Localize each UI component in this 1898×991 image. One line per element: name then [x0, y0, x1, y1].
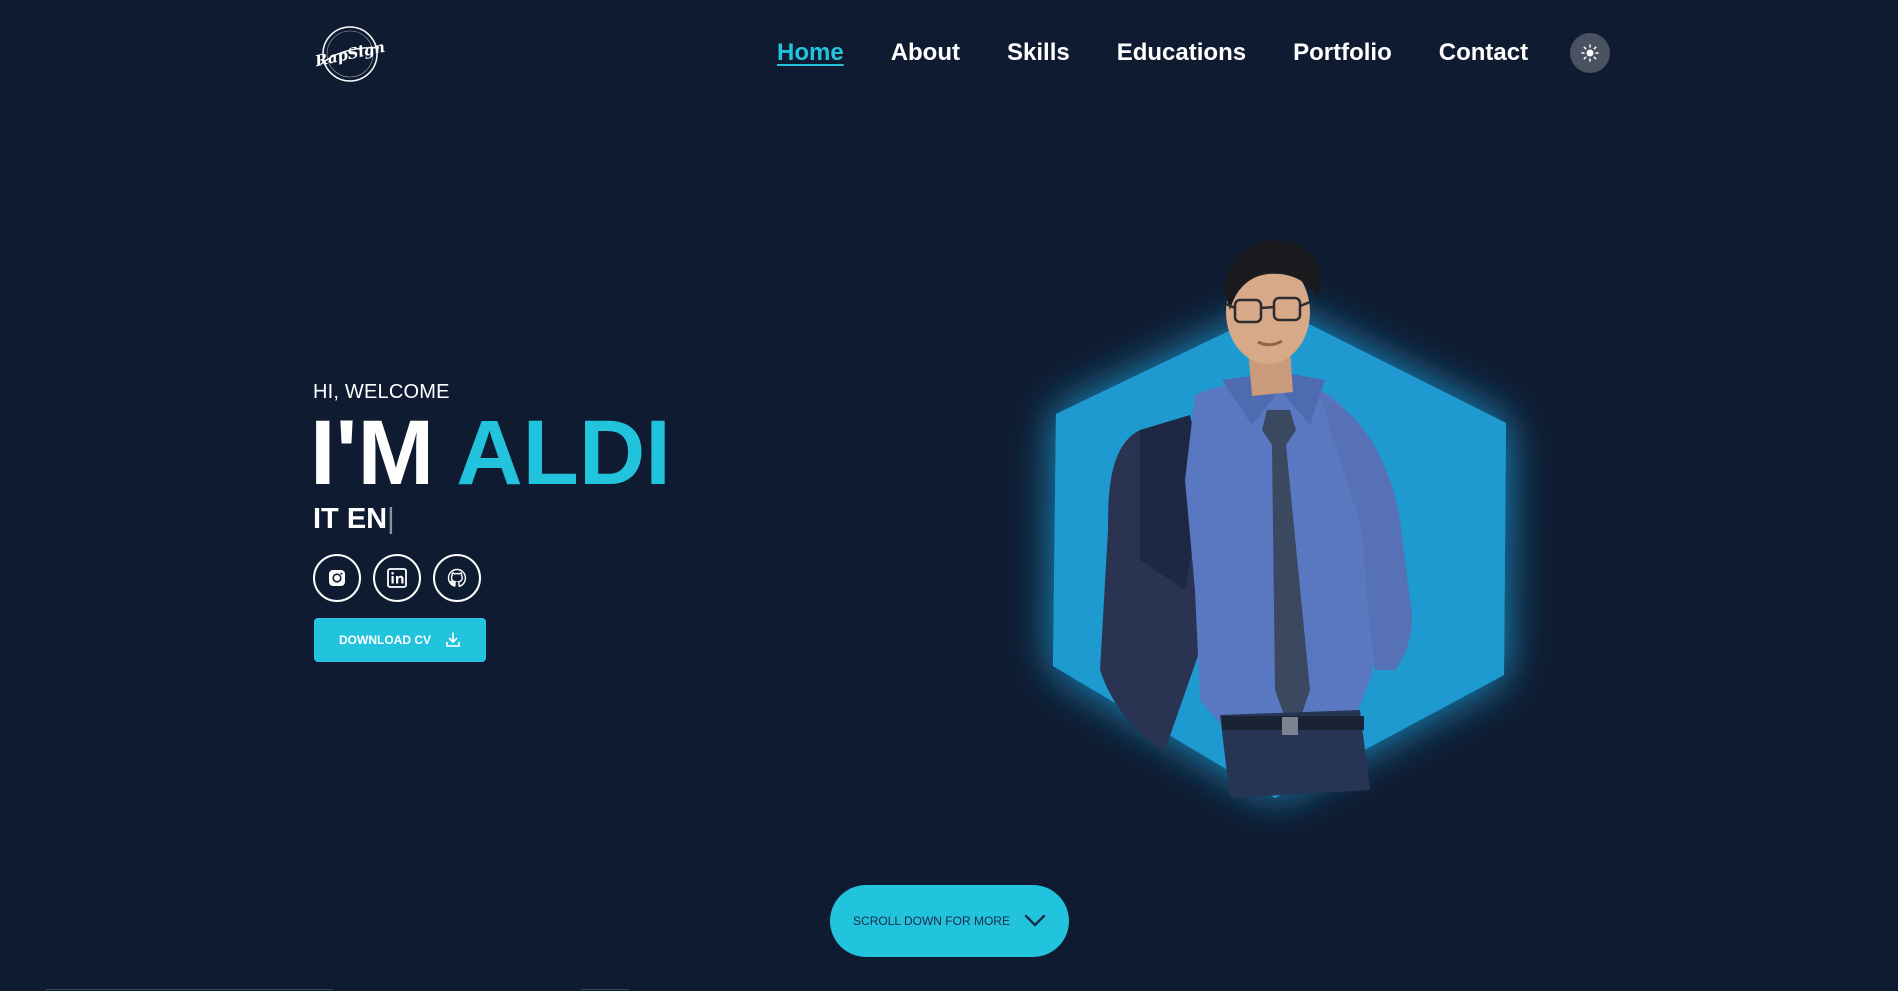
- instagram-button[interactable]: [313, 554, 361, 602]
- scroll-down-button[interactable]: SCROLL DOWN FOR MORE: [830, 885, 1069, 957]
- instagram-icon: [329, 570, 345, 586]
- scroll-down-label: SCROLL DOWN FOR MORE: [853, 914, 1010, 928]
- typing-cursor: |: [387, 503, 395, 535]
- nav-educations[interactable]: Educations: [1117, 36, 1246, 70]
- footer-divider: [581, 989, 629, 990]
- github-icon: [447, 568, 467, 587]
- main-nav: Home About Skills Educations Portfolio C…: [777, 36, 1575, 70]
- headline-name: ALDI: [456, 402, 671, 504]
- chevron-down-icon: [1024, 914, 1046, 927]
- theme-toggle-button[interactable]: [1570, 33, 1610, 73]
- download-cv-button[interactable]: DOWNLOAD CV: [314, 618, 486, 662]
- nav-portfolio[interactable]: Portfolio: [1293, 36, 1392, 70]
- social-links: [313, 554, 481, 602]
- nav-skills[interactable]: Skills: [1007, 36, 1070, 70]
- github-button[interactable]: [433, 554, 481, 602]
- hero-portrait: [990, 230, 1570, 850]
- nav-about[interactable]: About: [891, 36, 960, 70]
- sun-icon: [1581, 44, 1599, 62]
- download-cv-label: DOWNLOAD CV: [339, 633, 431, 647]
- nav-home[interactable]: Home: [777, 36, 844, 70]
- hero-greeting: HI, WELCOME: [313, 381, 450, 403]
- hero-role: IT EN|: [313, 500, 395, 538]
- footer-divider: [46, 989, 333, 990]
- hero-headline: I'M ALDI: [310, 402, 671, 504]
- profile-photo: [1053, 240, 1506, 798]
- download-icon: [446, 632, 460, 647]
- linkedin-icon: [387, 568, 407, 588]
- logo[interactable]: RapSign: [313, 24, 387, 84]
- nav-contact[interactable]: Contact: [1439, 36, 1528, 70]
- headline-prefix: I'M: [310, 402, 435, 504]
- role-typed-text: IT EN: [313, 503, 388, 535]
- linkedin-button[interactable]: [373, 554, 421, 602]
- rapsign-logo-icon: RapSign: [313, 26, 387, 82]
- svg-text:RapSign: RapSign: [313, 38, 387, 71]
